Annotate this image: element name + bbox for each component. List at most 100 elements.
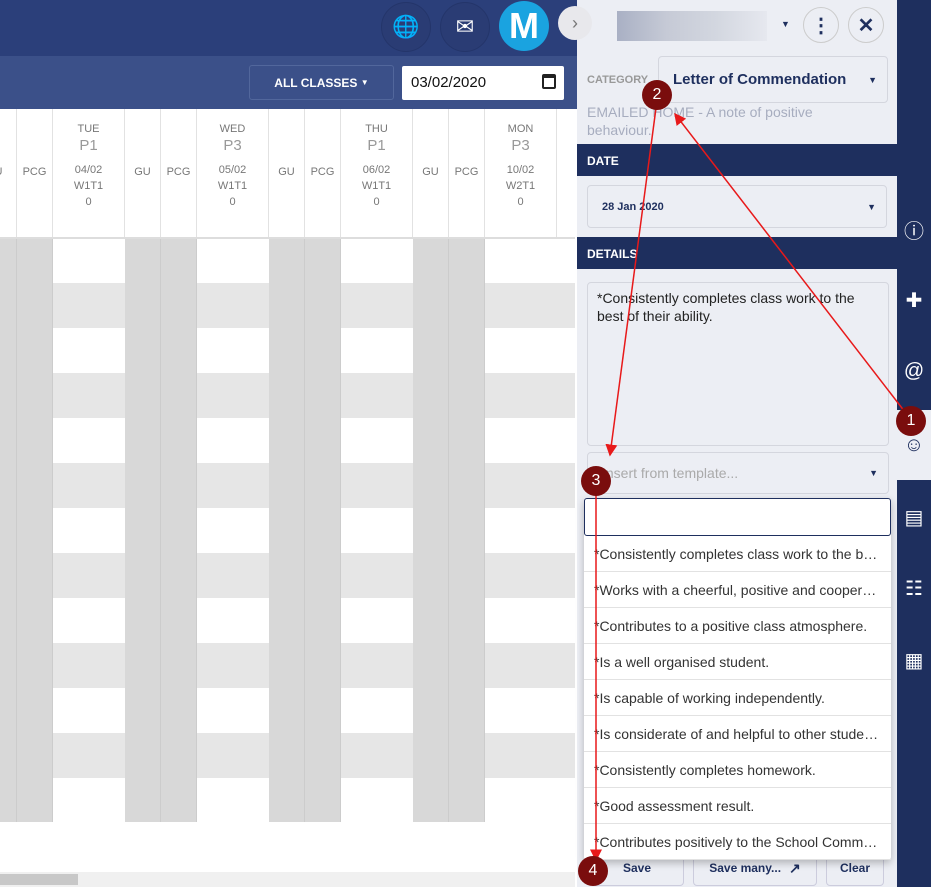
week-label: W1T1 <box>361 180 392 192</box>
subject-label: PCG <box>166 166 191 178</box>
subject-column-fill <box>305 238 341 822</box>
subject-label: U <box>0 166 16 178</box>
subject-column-header: GU <box>413 109 449 237</box>
period-label: P1 <box>367 137 386 154</box>
reports-icon[interactable]: ☷ <box>897 568 931 608</box>
subject-label: GU <box>134 166 151 178</box>
date-input[interactable]: 03/02/2020 <box>402 66 564 100</box>
date-section-header: DATE <box>577 144 897 176</box>
open-external-icon: ↗ <box>789 859 801 876</box>
date-select[interactable]: 28 Jan 2020 ▼ <box>587 185 887 228</box>
mail-send-icon[interactable]: ✉ <box>440 2 490 52</box>
save-label: Save <box>622 861 652 875</box>
week-label: W1T1 <box>217 180 248 192</box>
date-label: 05/02 <box>218 164 247 176</box>
caret-down-icon: ▼ <box>867 201 876 212</box>
template-option[interactable]: *Good assessment result. <box>584 788 891 824</box>
all-classes-dropdown[interactable]: ALL CLASSES ▼ <box>249 65 394 100</box>
student-name-redacted <box>617 11 767 41</box>
subject-column-header: PCG <box>161 109 197 237</box>
subject-column-header: GU <box>269 109 305 237</box>
template-search-input[interactable] <box>584 498 891 536</box>
period-label: P1 <box>79 137 98 154</box>
medical-icon[interactable]: ✚ <box>897 280 931 320</box>
day-column-header[interactable]: TUE P1 04/02 W1T1 0 <box>53 109 125 237</box>
subject-column-fill <box>161 238 197 822</box>
week-label: W1T1 <box>73 180 104 192</box>
template-placeholder: Insert from template... <box>602 465 739 481</box>
count-label: 0 <box>517 196 524 208</box>
scroll-thumb[interactable] <box>0 874 78 885</box>
newsletter-icon[interactable]: ▦ <box>897 640 931 680</box>
day-label: THU <box>365 123 388 135</box>
info-icon[interactable]: ⓘ <box>897 209 931 249</box>
template-dropdown: *Consistently completes class work to th… <box>584 498 891 860</box>
period-label: P3 <box>511 137 530 154</box>
horizontal-scrollbar[interactable] <box>0 872 575 887</box>
day-column-header[interactable]: MON P3 10/02 W2T1 0 <box>485 109 557 237</box>
globe-icon[interactable]: 🌐 <box>381 2 431 52</box>
template-option[interactable]: *Consistently completes homework. <box>584 752 891 788</box>
header-divider <box>0 237 575 239</box>
top-bar: 🌐 ✉ M <box>0 0 580 56</box>
subject-column-header: PCG <box>449 109 485 237</box>
date-label: 06/02 <box>362 164 391 176</box>
subject-label: PCG <box>22 166 47 178</box>
details-textarea[interactable]: *Consistently completes class work to th… <box>587 282 889 446</box>
category-value: Letter of Commendation <box>673 71 847 88</box>
details-section-header: DETAILS <box>577 237 897 269</box>
date-value: 03/02/2020 <box>411 74 487 91</box>
subject-label: GU <box>278 166 295 178</box>
timetable-grid: U PCG TUE P1 04/02 W1T1 0 GU PCG WED P3 05/02… <box>0 109 575 872</box>
template-option[interactable]: *Contributes positively to the School Co… <box>584 824 891 860</box>
category-label: CATEGORY <box>587 74 649 86</box>
subject-column-header: PCG <box>17 109 53 237</box>
subject-column-fill <box>269 238 305 822</box>
subject-label: PCG <box>454 166 479 178</box>
subject-column-fill <box>449 238 485 822</box>
expand-chevron-icon[interactable]: › <box>558 6 592 40</box>
subject-column-fill <box>125 238 161 822</box>
template-option[interactable]: *Is considerate of and helpful to other … <box>584 716 891 752</box>
close-icon[interactable]: ✕ <box>848 7 884 43</box>
subject-column-fill <box>413 238 449 822</box>
category-description: EMAILED HOME - A note of positive behavi… <box>587 104 813 138</box>
calendar-icon[interactable] <box>542 74 556 89</box>
subject-column-header: U <box>0 109 17 237</box>
avatar[interactable]: M <box>499 1 549 51</box>
day-label: MON <box>507 123 534 135</box>
annotation-marker-3: 3 <box>581 466 611 496</box>
contact-email-icon[interactable]: @ <box>897 351 931 391</box>
day-label: WED <box>219 123 246 135</box>
date-value: 28 Jan 2020 <box>602 200 664 213</box>
template-option[interactable]: *Consistently completes class work to th… <box>584 536 891 572</box>
subject-column-header: GU <box>125 109 161 237</box>
caret-down-icon[interactable]: ▼ <box>781 19 790 29</box>
date-label: 10/02 <box>506 164 535 176</box>
annotation-marker-4: 4 <box>578 856 608 886</box>
side-rail: ⓘ ✚ @ ☺ ▤ ☷ ▦ <box>897 0 931 887</box>
category-select[interactable]: Letter of Commendation ▼ <box>658 56 888 103</box>
count-label: 0 <box>85 196 92 208</box>
subject-column-fill <box>17 238 53 822</box>
day-column-header[interactable]: WED P3 05/02 W1T1 0 <box>197 109 269 237</box>
annotation-marker-1: 1 <box>896 406 926 436</box>
subject-label: GU <box>422 166 439 178</box>
week-label: W2T1 <box>505 180 536 192</box>
caret-down-icon: ▼ <box>360 78 369 87</box>
more-options-icon[interactable]: ⋮ <box>803 7 839 43</box>
count-label: 0 <box>373 196 380 208</box>
template-option[interactable]: *Is capable of working independently. <box>584 680 891 716</box>
student-card-icon[interactable]: ▤ <box>897 497 931 537</box>
save-many-label: Save many... <box>709 861 782 875</box>
clear-label: Clear <box>839 861 871 875</box>
template-select[interactable]: Insert from template... ▼ <box>587 452 889 494</box>
annotation-marker-2: 2 <box>642 80 672 110</box>
template-option[interactable]: *Works with a cheerful, positive and coo… <box>584 572 891 608</box>
count-label: 0 <box>229 196 236 208</box>
day-column-header[interactable]: THU P1 06/02 W1T1 0 <box>341 109 413 237</box>
subject-column-fill <box>0 238 17 822</box>
template-option[interactable]: *Is a well organised student. <box>584 644 891 680</box>
caret-down-icon: ▼ <box>869 468 878 478</box>
template-option[interactable]: *Contributes to a positive class atmosph… <box>584 608 891 644</box>
